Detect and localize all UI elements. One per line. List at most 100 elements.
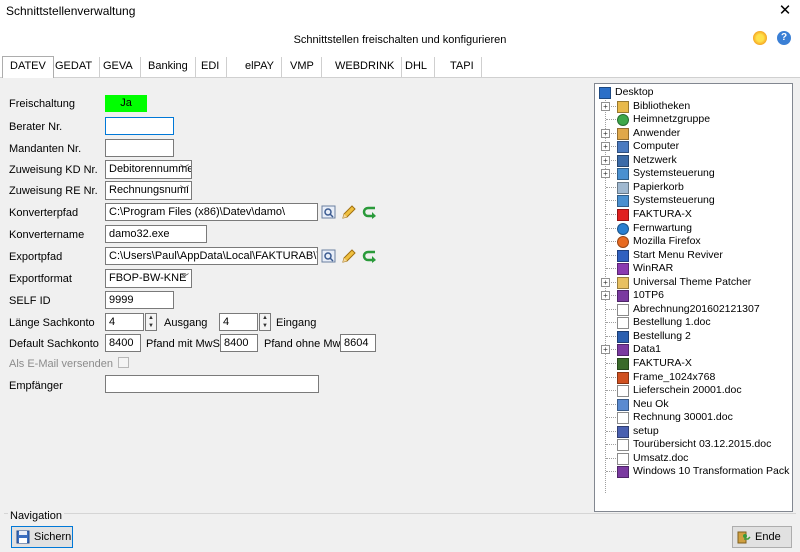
tree-item[interactable]: Tourübersicht 03.12.2015.doc (633, 438, 771, 451)
tree-connector (606, 308, 616, 310)
default-sachkonto-input[interactable]: 8400 (105, 334, 141, 352)
tree-connector (606, 363, 616, 364)
save-button[interactable]: Sichern (11, 526, 73, 548)
tree-item[interactable]: Bestellung 2 (633, 330, 691, 343)
tree-item[interactable]: Lieferschein 20001.doc (633, 384, 742, 397)
tree-item[interactable]: Umsatz.doc (633, 452, 688, 465)
network-icon (617, 154, 629, 167)
desktop-icon (599, 87, 611, 99)
berater-input[interactable] (105, 117, 174, 135)
browse-icon[interactable] (321, 248, 337, 264)
tree-connector (606, 268, 616, 270)
user-icon (617, 127, 629, 140)
tab-tapi[interactable]: TAPI (443, 57, 482, 77)
zuweisung-re-select[interactable]: Rechnungsnumı ﹀ (105, 181, 192, 200)
default-sachkonto-label: Default Sachkonto (9, 338, 99, 350)
firefox-icon (617, 236, 629, 249)
zuweisung-re-label: Zuweisung RE Nr. (9, 185, 98, 197)
file-icon (617, 452, 629, 465)
empfaenger-input[interactable] (105, 375, 319, 393)
mandanten-input[interactable] (105, 139, 174, 157)
expand-icon[interactable]: + (601, 277, 610, 287)
sun-icon[interactable] (753, 31, 767, 45)
tree-item[interactable]: Anwender (633, 127, 680, 140)
pfand-ohne-input[interactable]: 8604 (340, 334, 376, 352)
selfid-input[interactable]: 9999 (105, 291, 174, 309)
tab-dhl[interactable]: DHL (398, 57, 436, 77)
expand-icon[interactable]: + (601, 101, 610, 111)
expand-icon[interactable]: + (601, 142, 610, 152)
tree-item[interactable]: Heimnetzgruppe (633, 113, 710, 126)
ausgang-input[interactable]: 4 (219, 313, 258, 331)
exportpfad-input[interactable]: C:\Users\Paul\AppData\Local\FAKTURAB\Tem… (105, 247, 318, 265)
pencil-icon[interactable] (341, 204, 357, 220)
exportformat-select[interactable]: FBOP-BW-KNE ﹀ (105, 269, 192, 288)
tab-vmp[interactable]: VMP (283, 57, 322, 77)
expand-icon[interactable]: + (601, 155, 610, 165)
tab-webdrink[interactable]: WEBDRINK (328, 57, 403, 77)
konvertername-input[interactable]: damo32.exe (105, 225, 207, 243)
tree-item[interactable]: WinRAR (633, 262, 673, 275)
expand-icon[interactable]: + (601, 128, 610, 138)
tree-item[interactable]: Bibliotheken (633, 100, 690, 113)
konverterpfad-input[interactable]: C:\Program Files (x86)\Datev\damo\ (105, 203, 318, 221)
browse-icon[interactable] (321, 204, 337, 220)
tree-item[interactable]: setup (633, 425, 659, 438)
tree-item[interactable]: Netzwerk (633, 154, 677, 167)
pencil-icon[interactable] (341, 248, 357, 264)
tree-item[interactable]: Papierkorb (633, 181, 684, 194)
tab-datev[interactable]: DATEV (2, 56, 54, 78)
freischaltung-toggle[interactable]: Ja (105, 95, 147, 112)
tree-item[interactable]: Neu Ok (633, 398, 669, 411)
tree-connector (606, 444, 616, 446)
ausgang-stepper[interactable]: ▲ ▼ (259, 313, 271, 331)
tree-item[interactable]: Frame_1024x768 (633, 371, 715, 384)
remote-icon (617, 222, 629, 235)
tree-item[interactable]: Computer (633, 140, 679, 153)
tree-item[interactable]: Systemsteuerung (633, 167, 715, 180)
window-title: Schnittstellenverwaltung (6, 4, 136, 18)
exit-icon (737, 531, 751, 544)
folder-tree[interactable]: Desktop + Bibliotheken Heimnetzgruppe + Anwen… (594, 83, 793, 512)
expand-icon[interactable]: + (601, 169, 610, 179)
email-checkbox[interactable] (118, 357, 129, 368)
close-icon[interactable]: ✕ (776, 1, 794, 19)
help-icon[interactable]: ? (777, 31, 791, 45)
tree-connector (606, 213, 616, 215)
end-button[interactable]: Ende (732, 526, 792, 548)
tree-connector (606, 403, 616, 405)
zuweisung-kd-label: Zuweisung KD Nr. (9, 164, 98, 176)
tab-gedat[interactable]: GEDAT (48, 57, 101, 77)
tree-item[interactable]: Windows 10 Transformation Pack 6.0 (633, 465, 792, 478)
empfaenger-label: Empfänger (9, 380, 63, 392)
tree-item[interactable]: Systemsteuerung (633, 194, 715, 207)
tree-item[interactable]: Data1 (633, 343, 661, 356)
tab-elpay[interactable]: elPAY (238, 57, 282, 77)
tree-item[interactable]: FAKTURA-X (633, 208, 692, 221)
tree-connector (606, 390, 616, 392)
tree-item[interactable]: FAKTURA-X (633, 357, 692, 370)
tab-banking[interactable]: Banking (141, 57, 196, 77)
tree-item[interactable]: Fernwartung (633, 222, 692, 235)
apply-arrow-icon[interactable] (362, 204, 378, 220)
zuweisung-kd-select[interactable]: Debitorennumme ﹀ (105, 160, 192, 179)
tree-item[interactable]: Rechnung 30001.doc (633, 411, 733, 424)
tree-item[interactable]: Abrechnung201602121307 (633, 303, 760, 316)
tree-item[interactable]: Mozilla Firefox (633, 235, 701, 248)
tab-edi[interactable]: EDI (194, 57, 228, 77)
laenge-stepper[interactable]: ▲ ▼ (145, 313, 157, 331)
laenge-input[interactable]: 4 (105, 313, 144, 331)
expand-icon[interactable]: + (601, 291, 610, 301)
tree-item[interactable]: Desktop (615, 86, 654, 99)
pfand-mit-input[interactable]: 8400 (220, 334, 258, 352)
expand-icon[interactable]: + (601, 345, 610, 355)
tree-item[interactable]: Bestellung 1.doc (633, 316, 711, 329)
laenge-sachkonto-label: Länge Sachkonto (9, 317, 95, 329)
apply-arrow-icon[interactable] (362, 248, 378, 264)
tab-geva[interactable]: GEVA (96, 57, 141, 77)
tree-item[interactable]: Universal Theme Patcher (633, 276, 751, 289)
tree-item[interactable]: Start Menu Reviver (633, 249, 723, 262)
save-label: Sichern (34, 531, 72, 543)
tree-connector (606, 471, 616, 473)
tree-item[interactable]: 10TP6 (633, 289, 664, 302)
